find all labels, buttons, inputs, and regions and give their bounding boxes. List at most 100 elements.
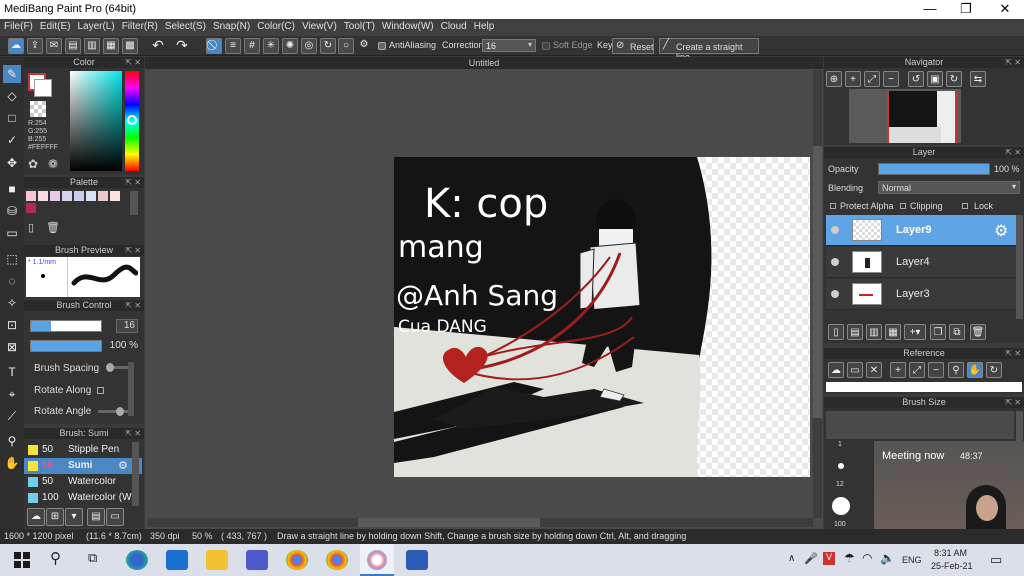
meeting-overlay[interactable]: Meeting now 48:37 <box>874 441 1024 529</box>
radial-snap-icon[interactable]: ✺ <box>282 38 298 54</box>
close-icon[interactable]: ⇱ ✕ <box>1005 57 1021 68</box>
brush-list-scrollbar[interactable] <box>132 442 139 506</box>
reference-view[interactable] <box>826 382 1022 392</box>
text-tool-icon[interactable]: T <box>3 363 21 381</box>
brush-folder-icon[interactable]: ▭ <box>106 508 124 526</box>
brush-size-dot-large[interactable] <box>832 497 850 515</box>
new-1bit-layer-icon[interactable]: ▦ <box>885 324 901 340</box>
trash-icon[interactable]: 🗑 <box>46 221 60 235</box>
close-icon[interactable]: ⇱ ✕ <box>1005 397 1021 408</box>
move-tool-icon[interactable]: ✥ <box>3 154 21 172</box>
protect-alpha-checkbox[interactable] <box>830 203 836 209</box>
operation-tool-icon[interactable]: ⌖ <box>3 385 21 403</box>
reset-view-icon[interactable]: ▣ <box>927 71 943 87</box>
rotate-right-icon[interactable]: ↻ <box>946 71 962 87</box>
wifi-icon[interactable]: ◠ <box>862 551 872 565</box>
brush-opacity-value[interactable]: 100 % <box>106 340 138 351</box>
edge-icon[interactable] <box>126 550 148 570</box>
vanish-snap-icon[interactable]: ✳ <box>263 38 279 54</box>
layer-row-layer4[interactable]: Layer4 <box>826 247 1016 278</box>
menu-window[interactable]: Window(W) <box>378 19 437 32</box>
brush-item-stipple-pen[interactable]: 50 Stipple Pen <box>24 442 142 458</box>
brush-control-scrollbar[interactable] <box>128 362 134 416</box>
brush-tool-icon[interactable]: ✎ <box>3 65 21 83</box>
menu-view[interactable]: View(V) <box>298 19 340 32</box>
close-icon[interactable]: ⇱ ✕ <box>1005 348 1021 359</box>
rotate-left-icon[interactable]: ↺ <box>908 71 924 87</box>
close-icon[interactable]: ⇱ ✕ <box>125 57 141 68</box>
zoom-out-icon[interactable]: − <box>883 71 899 87</box>
hand-tool-icon[interactable]: ✋ <box>3 454 21 472</box>
hue-handle[interactable] <box>127 115 137 125</box>
notification-icon[interactable]: ▭ <box>990 552 1002 568</box>
folder-icon[interactable]: ▭ <box>847 362 863 378</box>
cloud-brush-icon[interactable]: ☁ <box>27 508 45 526</box>
menu-layer[interactable]: Layer(L) <box>73 19 117 32</box>
zoom-out-icon[interactable]: − <box>928 362 944 378</box>
palette-swatch[interactable] <box>86 191 96 201</box>
clock-date[interactable]: 25-Feb-21 <box>931 561 973 571</box>
color-wheel-icon[interactable]: ❁ <box>48 157 64 171</box>
clock-time[interactable]: 8:31 AM <box>934 548 967 558</box>
brush-size-dot-small[interactable] <box>838 463 844 469</box>
undo-icon[interactable]: ↶ <box>150 38 166 54</box>
secondary-color-swatch[interactable] <box>34 79 52 97</box>
reset-icon[interactable]: ↻ <box>986 362 1002 378</box>
add-layer-menu-icon[interactable]: +▾ <box>904 324 926 340</box>
eyedropper-icon[interactable]: ⚲ <box>948 362 964 378</box>
teams-icon[interactable] <box>246 550 268 570</box>
canvas-vscroll[interactable] <box>813 70 822 518</box>
tray-app-icon[interactable]: ☂ <box>844 551 855 565</box>
layer-list-scrollbar[interactable] <box>1016 215 1023 319</box>
cross-snap-icon[interactable]: # <box>244 38 260 54</box>
soft-edge-checkbox[interactable] <box>542 42 550 50</box>
drawing-canvas[interactable]: K: cop mang @Anh Sang Cua DANG <box>394 157 810 477</box>
fit-window-icon[interactable]: ⤢ <box>909 362 925 378</box>
select-pen-icon[interactable]: ⊡ <box>3 316 21 334</box>
word-icon[interactable] <box>406 550 428 570</box>
navigator-preview[interactable] <box>849 89 961 143</box>
color-saturation-box[interactable] <box>70 71 122 171</box>
parallel-snap-icon[interactable]: ≡ <box>225 38 241 54</box>
volume-icon[interactable]: 🔈 <box>880 551 895 565</box>
menu-snap[interactable]: Snap(N) <box>209 19 253 32</box>
redo-icon[interactable]: ↷ <box>174 38 190 54</box>
restore-button[interactable]: ❐ <box>951 1 981 17</box>
file-explorer-icon[interactable] <box>206 550 228 570</box>
menu-edit[interactable]: Edit(E) <box>36 19 74 32</box>
menu-tool[interactable]: Tool(T) <box>340 19 378 32</box>
brush-size-slider[interactable] <box>30 320 102 332</box>
brush-item-watercolor[interactable]: 50 Watercolor <box>24 474 142 490</box>
close-icon[interactable]: ✕ <box>866 362 882 378</box>
circle-snap-icon[interactable]: ◎ <box>301 38 317 54</box>
close-icon[interactable]: ⇱ ✕ <box>1005 147 1021 158</box>
palette-swatch[interactable] <box>26 191 36 201</box>
palette-swatch[interactable] <box>26 203 36 213</box>
new-halftone-layer-icon[interactable]: ▤ <box>847 324 863 340</box>
palette-scrollbar[interactable] <box>130 191 138 215</box>
reset-button[interactable]: ⊘ Reset <box>612 38 654 54</box>
close-button[interactable]: ✕ <box>990 1 1020 17</box>
duplicate-layer-icon[interactable]: ❐ <box>930 324 946 340</box>
canvas-hscroll[interactable] <box>148 518 813 527</box>
rectangle-tool-icon[interactable]: □ <box>3 109 21 127</box>
minimize-button[interactable]: — <box>915 1 945 16</box>
new-page-icon[interactable]: ▯ <box>28 221 42 235</box>
select-eraser-icon[interactable]: ⊠ <box>3 338 21 356</box>
delete-layer-icon[interactable]: 🗑 <box>970 324 986 340</box>
eyedropper-icon[interactable]: ⚲ <box>3 432 21 450</box>
zoom-fit-icon[interactable]: ⊕ <box>826 71 842 87</box>
gear-icon[interactable]: ⚙ <box>994 221 1008 241</box>
windows-start-icon[interactable] <box>14 552 30 568</box>
bucket-tool-icon[interactable]: ⛁ <box>3 202 21 220</box>
menu-select[interactable]: Select(S) <box>161 19 209 32</box>
task-view-icon[interactable]: ⧉ <box>88 550 97 566</box>
gradient-tool-icon[interactable]: ▭ <box>3 224 21 242</box>
rotate-along-checkbox[interactable] <box>97 387 104 394</box>
new-layer-icon[interactable]: ▯ <box>828 324 844 340</box>
new-8bit-layer-icon[interactable]: ▥ <box>866 324 882 340</box>
antialiasing-checkbox[interactable] <box>378 42 386 50</box>
language-indicator[interactable]: ENG <box>902 555 922 565</box>
brush-item-sumi[interactable]: 16 Sumi ⚙ <box>24 458 142 474</box>
menu-file[interactable]: File(F) <box>0 19 36 32</box>
